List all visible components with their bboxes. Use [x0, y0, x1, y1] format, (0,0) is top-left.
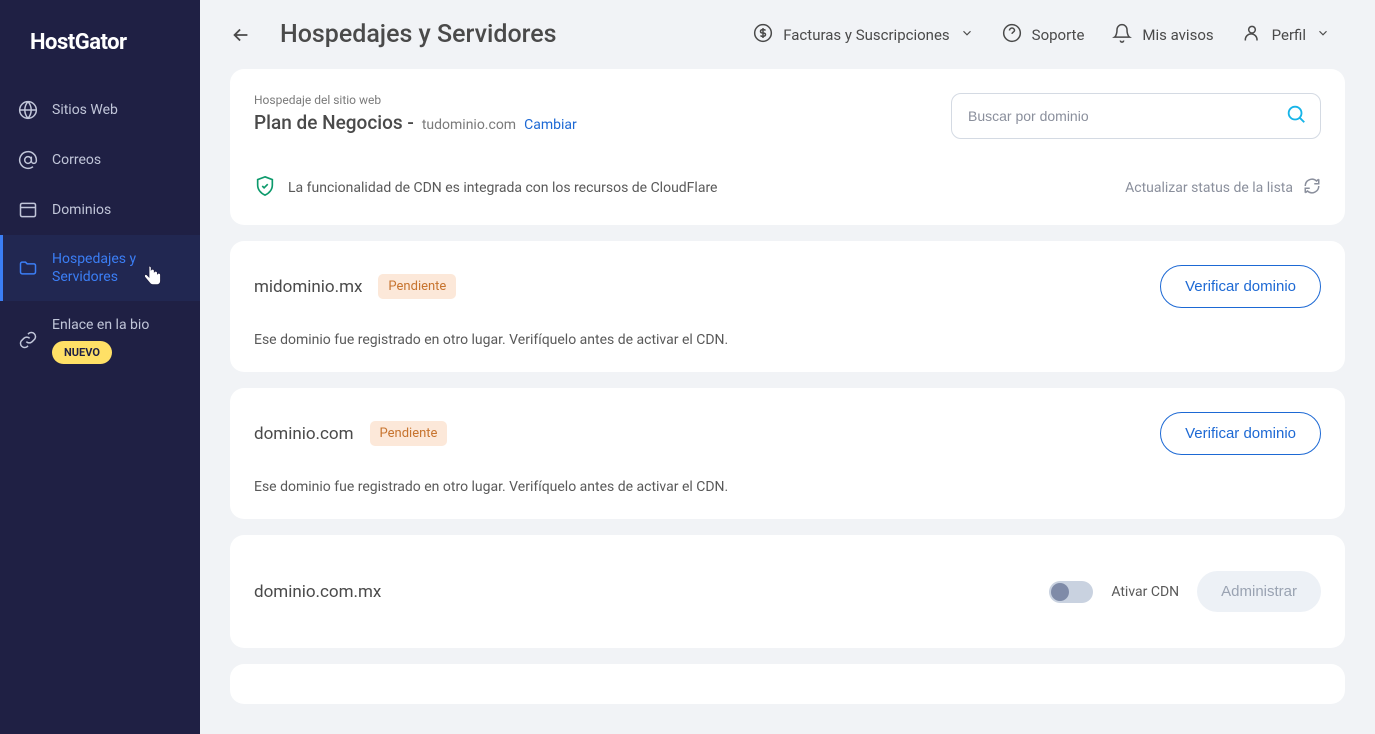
avisos-label: Mis avisos — [1142, 26, 1213, 44]
content-area: Hospedaje del sitio web Plan de Negocios… — [200, 69, 1375, 734]
domain-desc: Ese dominio fue registrado en otro lugar… — [254, 332, 1321, 348]
sidebar-item-label: Correos — [52, 151, 101, 169]
brand-logo: HostGator — [0, 20, 200, 85]
main-content: Hospedajes y Servidores Facturas y Suscr… — [200, 0, 1375, 734]
domain-name: midominio.mx — [254, 277, 362, 297]
sidebar: HostGator Sitios Web Correos Dominios — [0, 0, 200, 734]
domain-name: dominio.com.mx — [254, 582, 381, 602]
domain-card-peek — [230, 664, 1345, 704]
refresh-label: Actualizar status de la lista — [1125, 180, 1293, 196]
sidebar-item-hospedajes[interactable]: Hospedajes y Servidores — [0, 235, 200, 301]
page-title: Hospedajes y Servidores — [280, 20, 557, 49]
domain-card: dominio.com.mx Ativar CDN Administrar — [230, 535, 1345, 648]
manage-button[interactable]: Administrar — [1197, 571, 1321, 612]
sidebar-item-label: Sitios Web — [52, 101, 118, 119]
soporte-label: Soporte — [1032, 26, 1085, 44]
domain-card: dominio.com Pendiente Verificar dominio … — [230, 388, 1345, 519]
at-icon — [18, 150, 38, 170]
perfil-menu[interactable]: Perfil — [1242, 23, 1330, 47]
cursor-hand-icon — [142, 265, 162, 294]
domain-name: dominio.com — [254, 424, 354, 444]
cdn-info: La funcionalidad de CDN es integrada con… — [254, 175, 717, 201]
chevron-down-icon — [960, 26, 974, 44]
topbar: Hospedajes y Servidores Facturas y Suscr… — [200, 0, 1375, 69]
new-badge: NUEVO — [52, 341, 112, 364]
search-wrap — [951, 93, 1321, 139]
search-input[interactable] — [951, 93, 1321, 139]
status-badge: Pendiente — [378, 274, 456, 299]
bell-icon — [1112, 23, 1132, 47]
chevron-down-icon — [1316, 26, 1330, 44]
plan-name: Plan de Negocios - — [254, 111, 414, 134]
change-link[interactable]: Cambiar — [524, 117, 577, 133]
toggle-label: Ativar CDN — [1111, 584, 1179, 600]
question-icon — [1002, 23, 1022, 47]
toggle-knob — [1051, 583, 1069, 601]
cdn-info-text: La funcionalidad de CDN es integrada con… — [288, 180, 717, 196]
link-icon — [18, 330, 38, 350]
verify-domain-button[interactable]: Verificar dominio — [1160, 412, 1321, 455]
user-icon — [1242, 23, 1262, 47]
perfil-label: Perfil — [1272, 26, 1306, 44]
back-arrow-icon[interactable] — [230, 24, 252, 46]
hosting-header-card: Hospedaje del sitio web Plan de Negocios… — [230, 69, 1345, 225]
sidebar-item-enlace-bio[interactable]: Enlace en la bio NUEVO — [0, 301, 200, 378]
soporte-link[interactable]: Soporte — [1002, 23, 1085, 47]
window-icon — [18, 200, 38, 220]
facturas-label: Facturas y Suscripciones — [783, 26, 949, 44]
folder-icon — [18, 258, 38, 278]
breadcrumb: Hospedaje del sitio web — [254, 93, 577, 107]
sidebar-item-dominios[interactable]: Dominios — [0, 185, 200, 235]
sidebar-item-label: Hospedajes y Servidores — [52, 250, 182, 286]
globe-icon — [18, 100, 38, 120]
cdn-toggle[interactable] — [1049, 581, 1093, 603]
search-icon[interactable] — [1285, 103, 1307, 129]
plan-domain: tudominio.com — [422, 117, 516, 133]
refresh-icon — [1303, 177, 1321, 199]
sidebar-item-correos[interactable]: Correos — [0, 135, 200, 185]
refresh-status-link[interactable]: Actualizar status de la lista — [1125, 177, 1321, 199]
sidebar-item-sitios-web[interactable]: Sitios Web — [0, 85, 200, 135]
domain-desc: Ese dominio fue registrado en otro lugar… — [254, 479, 1321, 495]
shield-check-icon — [254, 175, 276, 201]
facturas-menu[interactable]: Facturas y Suscripciones — [753, 23, 973, 47]
status-badge: Pendiente — [370, 421, 448, 446]
sidebar-item-label: Enlace en la bio — [52, 316, 149, 334]
sidebar-item-label: Dominios — [52, 201, 111, 219]
domain-card: midominio.mx Pendiente Verificar dominio… — [230, 241, 1345, 372]
verify-domain-button[interactable]: Verificar dominio — [1160, 265, 1321, 308]
dollar-icon — [753, 23, 773, 47]
avisos-link[interactable]: Mis avisos — [1112, 23, 1213, 47]
